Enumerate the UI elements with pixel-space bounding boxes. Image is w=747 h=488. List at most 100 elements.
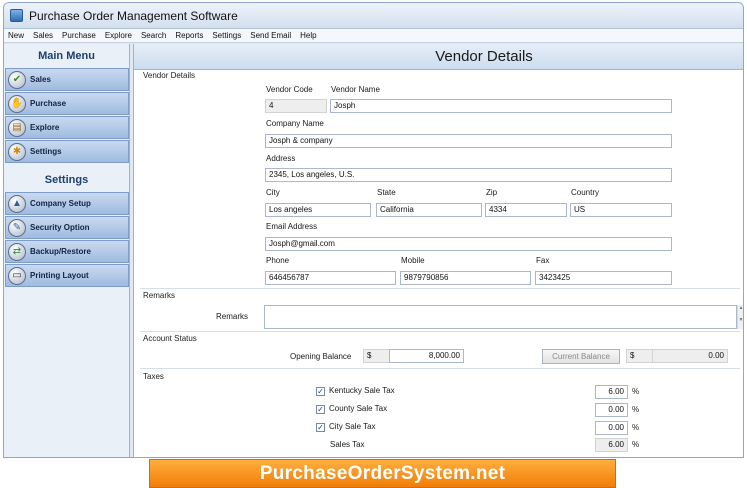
- purchase-icon: ✋: [8, 94, 26, 113]
- section-taxes: Taxes: [143, 372, 164, 381]
- menu-sales[interactable]: Sales: [29, 31, 58, 40]
- menu-purchase[interactable]: Purchase: [58, 31, 101, 40]
- website-banner-text: PurchaseOrderSystem.net: [259, 462, 506, 484]
- vendor-name-field[interactable]: Josph: [330, 99, 672, 113]
- sidebar-item-label: Explore: [30, 123, 60, 132]
- company-name-field[interactable]: Josph & company: [265, 134, 672, 148]
- menu-bar: New Sales Purchase Explore Search Report…: [4, 29, 743, 43]
- state-field[interactable]: California: [376, 203, 482, 217]
- sales-tax-total-label: Sales Tax: [330, 440, 365, 449]
- vendor-name-label: Vendor Name: [331, 85, 380, 94]
- content-header: Vendor Details: [134, 44, 743, 70]
- sidebar-item-label: Purchase: [30, 99, 67, 108]
- city-tax-label: City Sale Tax: [329, 422, 376, 431]
- county-tax-field[interactable]: 0.00: [595, 403, 628, 417]
- settings-icon: ✱: [8, 142, 26, 161]
- current-balance-button[interactable]: Current Balance: [542, 349, 620, 364]
- state-label: State: [377, 188, 396, 197]
- explore-icon: ▤: [8, 118, 26, 137]
- opening-balance-field[interactable]: 8,000.00: [389, 349, 464, 363]
- opening-currency: $: [363, 349, 389, 363]
- section-vendor-details: Vendor Details: [143, 71, 196, 80]
- sidebar-item-label: Printing Layout: [30, 271, 89, 280]
- country-field[interactable]: US: [570, 203, 672, 217]
- sidebar-item-settings[interactable]: ✱ Settings: [5, 140, 129, 163]
- email-label: Email Address: [266, 222, 318, 231]
- fax-label: Fax: [536, 256, 550, 265]
- title-bar: Purchase Order Management Software: [4, 3, 743, 29]
- remarks-scrollbar[interactable]: ▲ ▼: [737, 305, 743, 329]
- window-title: Purchase Order Management Software: [29, 8, 238, 23]
- city-tax-field[interactable]: 0.00: [595, 421, 628, 435]
- sales-icon: ✔: [8, 70, 26, 89]
- county-tax-checkbox[interactable]: ✓: [316, 405, 325, 414]
- city-tax-unit: %: [632, 423, 640, 432]
- page-title: Vendor Details: [435, 48, 533, 65]
- sidebar-item-label: Backup/Restore: [30, 247, 91, 256]
- divider: [140, 368, 740, 369]
- sidebar-item-explore[interactable]: ▤ Explore: [5, 116, 129, 139]
- sidebar-item-printing-layout[interactable]: ▭ Printing Layout: [5, 264, 129, 287]
- sidebar-item-label: Settings: [30, 147, 62, 156]
- company-setup-icon: ▲: [8, 194, 26, 213]
- city-label: City: [266, 188, 280, 197]
- website-banner: PurchaseOrderSystem.net: [149, 459, 616, 488]
- zip-label: Zip: [486, 188, 498, 197]
- menu-help[interactable]: Help: [296, 31, 321, 40]
- current-balance-field: 0.00: [652, 349, 728, 363]
- section-account-status: Account Status: [143, 334, 197, 343]
- divider: [140, 331, 740, 332]
- country-label: Country: [571, 188, 600, 197]
- fax-field[interactable]: 3423425: [535, 271, 672, 285]
- city-field[interactable]: Los angeles: [265, 203, 371, 217]
- kentucky-tax-unit: %: [632, 387, 640, 396]
- menu-new[interactable]: New: [4, 31, 29, 40]
- section-remarks: Remarks: [143, 291, 176, 300]
- backup-icon: ⇄: [8, 242, 26, 261]
- address-field[interactable]: 2345, Los angeles, U.S.: [265, 168, 672, 182]
- sidebar-item-label: Company Setup: [30, 199, 91, 208]
- mobile-label: Mobile: [401, 256, 425, 265]
- address-label: Address: [266, 154, 296, 163]
- zip-field[interactable]: 4334: [485, 203, 567, 217]
- vendor-code-field: 4: [265, 99, 327, 113]
- kentucky-tax-field[interactable]: 6.00: [595, 385, 628, 399]
- vendor-code-label: Vendor Code: [266, 85, 313, 94]
- email-field[interactable]: Josph@gmail.com: [265, 237, 672, 251]
- menu-reports[interactable]: Reports: [171, 31, 208, 40]
- sidebar-item-backup-restore[interactable]: ⇄ Backup/Restore: [5, 240, 129, 263]
- main-content: Vendor Details Vendor Details Vendor Cod…: [133, 44, 743, 457]
- sales-tax-total-field: 6.00: [595, 438, 628, 452]
- app-icon: [10, 9, 23, 22]
- company-name-label: Company Name: [266, 119, 324, 128]
- menu-settings[interactable]: Settings: [208, 31, 246, 40]
- sidebar-item-purchase[interactable]: ✋ Purchase: [5, 92, 129, 115]
- phone-label: Phone: [266, 256, 290, 265]
- mobile-field[interactable]: 9879790856: [400, 271, 531, 285]
- phone-field[interactable]: 646456787: [265, 271, 396, 285]
- sidebar-item-label: Sales: [30, 75, 51, 84]
- sidebar-item-sales[interactable]: ✔ Sales: [5, 68, 129, 91]
- security-icon: ✎: [8, 218, 26, 237]
- remarks-label: Remarks: [216, 312, 249, 321]
- sidebar-item-company-setup[interactable]: ▲ Company Setup: [5, 192, 129, 215]
- current-currency: $: [626, 349, 652, 363]
- kentucky-tax-label: Kentucky Sale Tax: [329, 386, 395, 395]
- city-tax-checkbox[interactable]: ✓: [316, 423, 325, 432]
- menu-explore[interactable]: Explore: [101, 31, 137, 40]
- opening-balance-label: Opening Balance: [290, 352, 352, 361]
- kentucky-tax-checkbox[interactable]: ✓: [316, 387, 325, 396]
- divider: [140, 288, 740, 289]
- sidebar-header-settings: Settings: [44, 174, 89, 186]
- sidebar-item-security-option[interactable]: ✎ Security Option: [5, 216, 129, 239]
- printer-icon: ▭: [8, 266, 26, 285]
- menu-search[interactable]: Search: [137, 31, 171, 40]
- sidebar-item-label: Security Option: [30, 223, 90, 232]
- sidebar-header-main-menu: Main Menu: [38, 50, 95, 62]
- remarks-textarea[interactable]: [264, 305, 737, 329]
- county-tax-unit: %: [632, 405, 640, 414]
- menu-send-email[interactable]: Send Email: [246, 31, 296, 40]
- sales-tax-total-unit: %: [632, 440, 640, 449]
- sidebar: Main Menu ✔ Sales ✋ Purchase ▤ Explore ✱…: [4, 44, 130, 457]
- county-tax-label: County Sale Tax: [329, 404, 388, 413]
